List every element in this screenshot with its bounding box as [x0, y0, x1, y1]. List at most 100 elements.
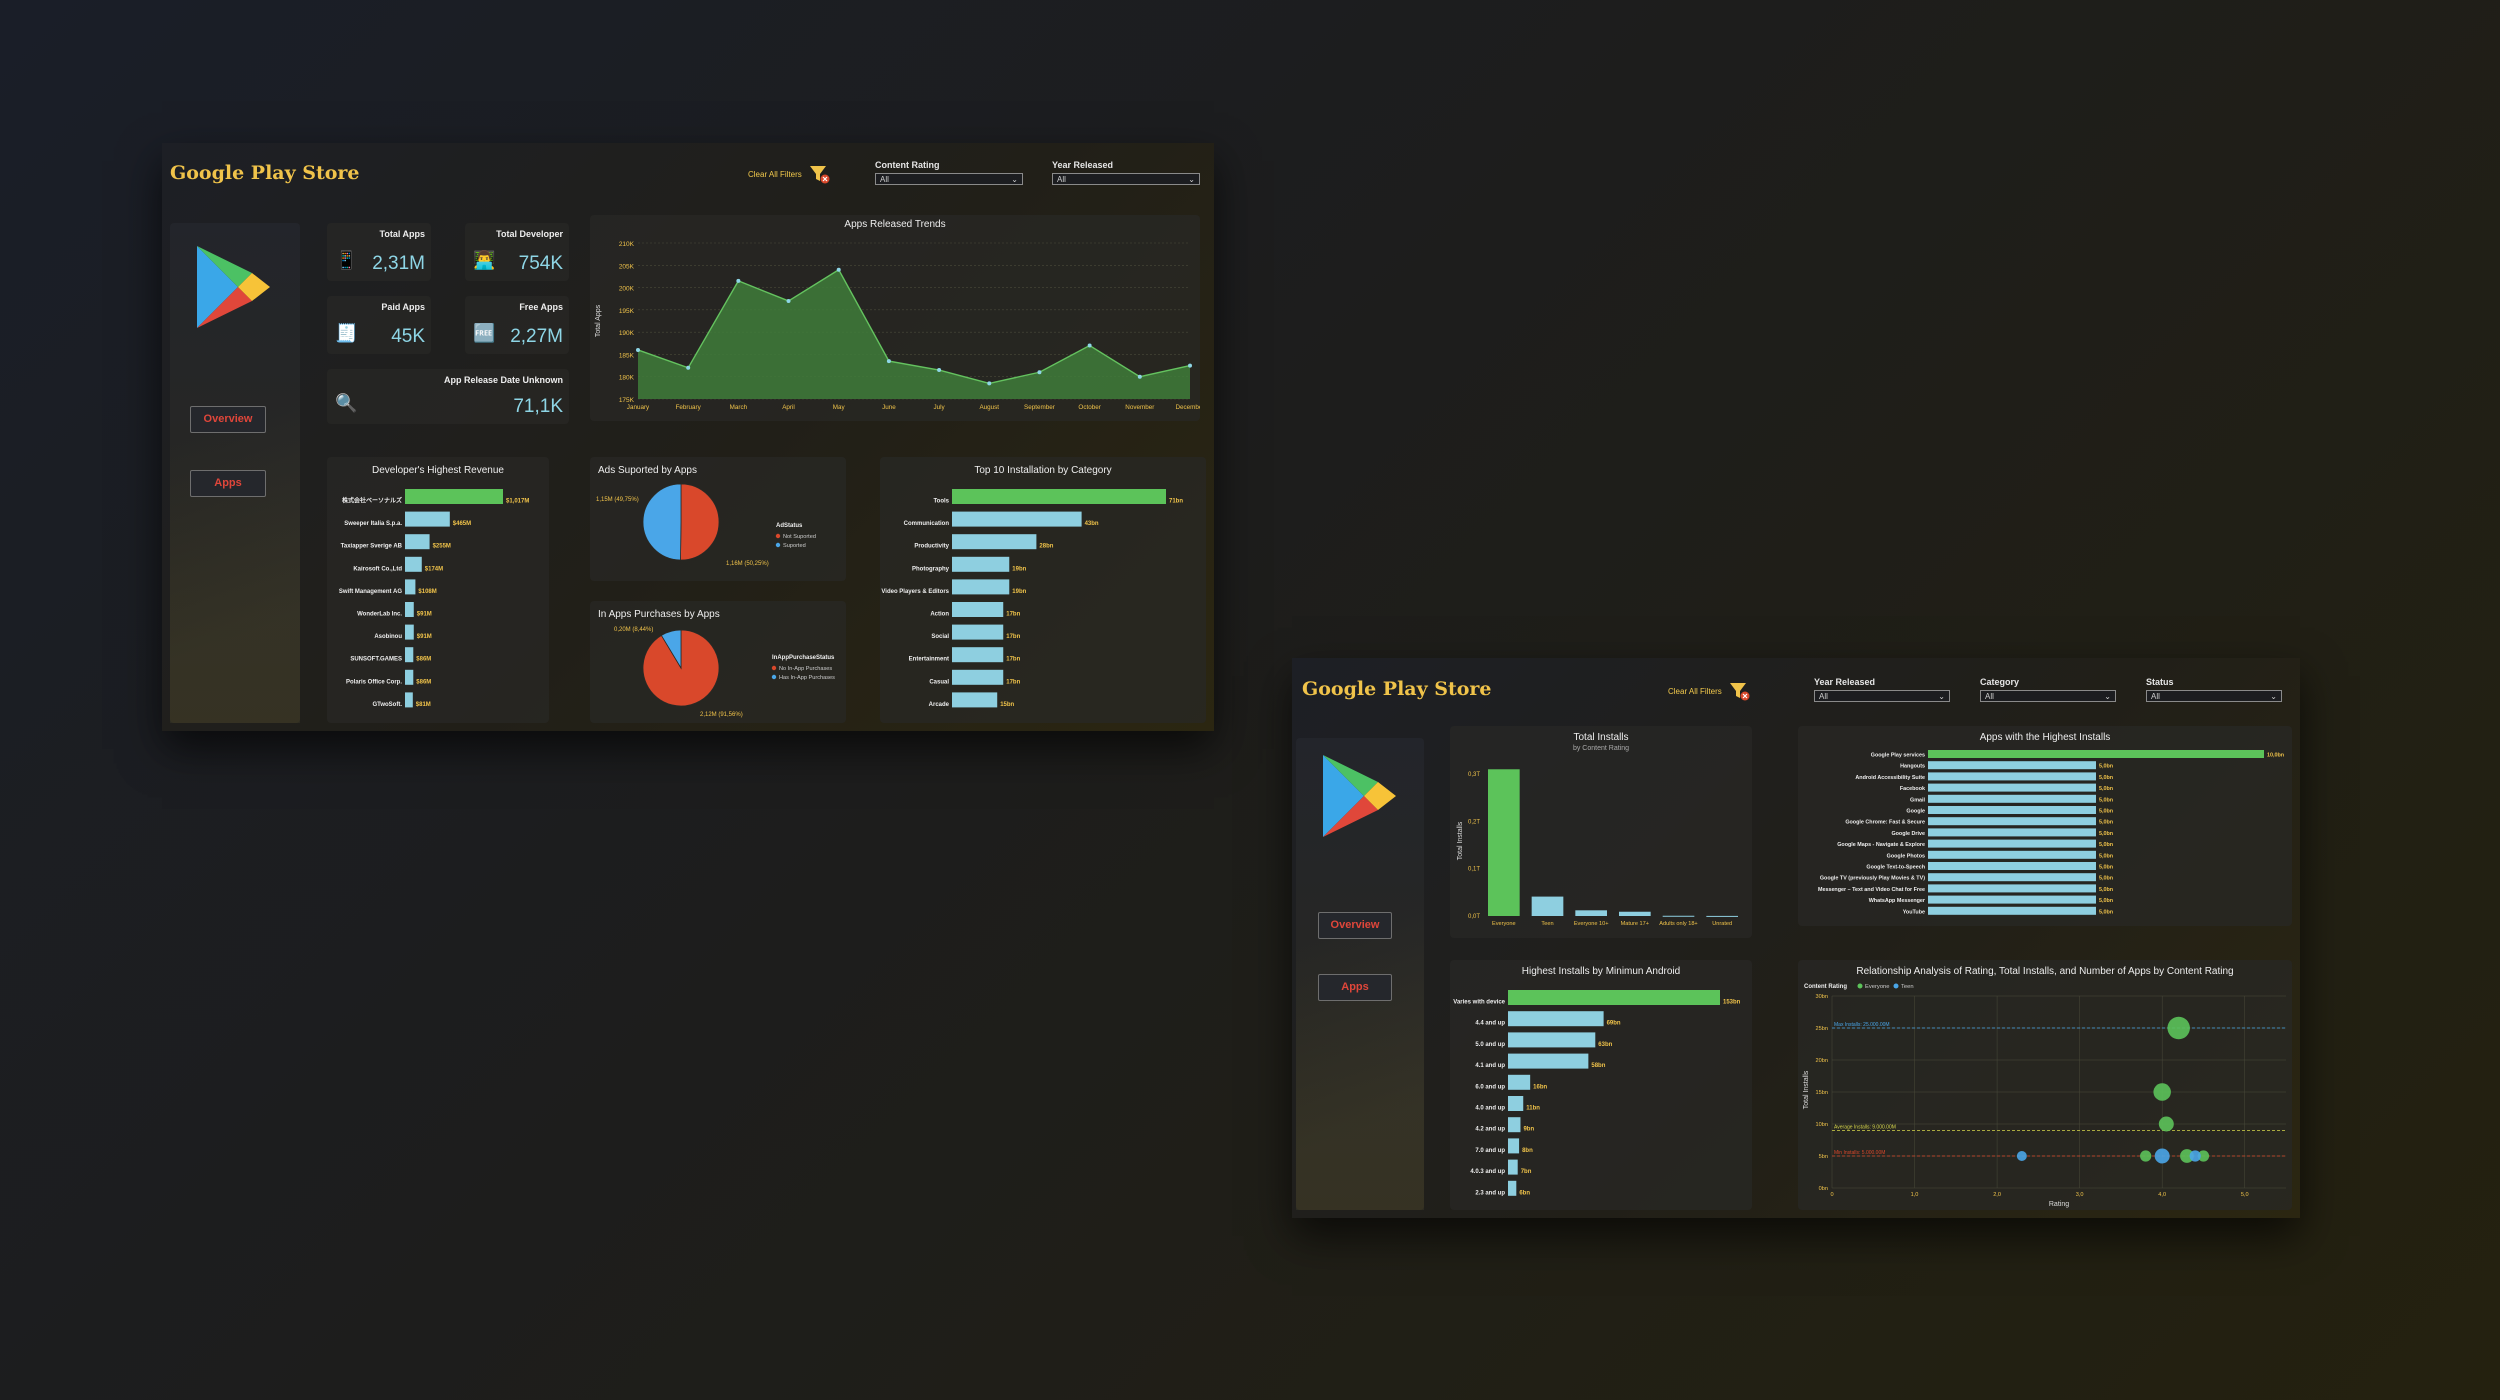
developer-icon: 👨‍💻 — [473, 250, 496, 270]
data-label: 19bn — [1012, 566, 1026, 572]
legend-title: AdStatus — [776, 523, 803, 529]
category-label: Arcade — [929, 702, 950, 708]
scatter-point — [2189, 1150, 2201, 1162]
category-label: Casual — [929, 679, 949, 685]
content-rating-select[interactable]: All ⌄ — [875, 173, 1023, 185]
release-date-unknown-card: App Release Date Unknown 🔍 71,1K — [327, 369, 569, 424]
data-point — [736, 278, 741, 283]
data-label: 5,0bn — [2099, 887, 2113, 893]
data-label: 43bn — [1085, 521, 1099, 527]
min-android-card: Highest Installs by Minimun Android Vari… — [1450, 960, 1752, 1210]
magnifier-icon: 🔍 — [335, 393, 358, 413]
x-tick-label: August — [979, 404, 999, 411]
status-select[interactable]: All ⌄ — [2146, 690, 2282, 702]
x-tick-label: July — [933, 404, 945, 411]
status-filter[interactable]: Status All ⌄ — [2146, 677, 2282, 702]
data-label: $1,017M — [506, 499, 529, 505]
category-filter[interactable]: Category All ⌄ — [1980, 677, 2116, 702]
category-label: Asobinou — [374, 634, 402, 640]
data-label: 5,0bn — [2099, 786, 2113, 792]
data-point — [1188, 363, 1192, 368]
overview-nav-button[interactable]: Overview — [190, 406, 266, 433]
data-label: 17bn — [1006, 679, 1020, 685]
apps-nav-button[interactable]: Apps — [1318, 974, 1392, 1001]
bar — [1508, 1011, 1604, 1027]
legend-label: Suported — [783, 543, 806, 549]
bar — [405, 489, 503, 504]
category-label: Gmail — [1910, 797, 1925, 803]
bar — [952, 579, 1010, 595]
min-android-chart: Varies with device 153bn 4.4 and up 69bn 5.0… — [1453, 990, 1741, 1196]
filter-label: Category — [1980, 677, 2020, 687]
clear-filters-label: Clear All Filters — [748, 169, 802, 179]
x-tick-label: Unrated — [1712, 921, 1732, 927]
bar — [1928, 862, 2096, 870]
bar — [405, 511, 450, 527]
kpi-label: Total Developer — [496, 229, 563, 239]
data-label: $91M — [417, 634, 432, 640]
category-label: 4.2 and up — [1475, 1127, 1505, 1133]
bar — [405, 579, 416, 595]
relationship-scatter-chart: 0bn 5bn 10bn 15bn 20bn 25bn 30bn 0 1,0 2,0 3,0 4,0 5… — [1803, 983, 2286, 1208]
category-label: 6.0 and up — [1475, 1084, 1505, 1090]
bar — [1706, 915, 1738, 917]
y-tick-label: 180K — [619, 375, 635, 382]
bar — [952, 511, 1082, 527]
year-released-select[interactable]: All ⌄ — [1814, 690, 1950, 702]
bar — [952, 489, 1166, 504]
category-label: Google Maps - Navigate & Explore — [1837, 842, 1925, 848]
pie-slice — [680, 483, 720, 561]
google-play-logo-icon — [1323, 755, 1396, 837]
overview-nav-button[interactable]: Overview — [1318, 912, 1392, 939]
bar — [405, 556, 422, 572]
bar — [1928, 828, 2096, 837]
scatter-point — [2153, 1083, 2171, 1101]
data-label: 19bn — [1012, 589, 1026, 595]
apps-released-trends-chart: 175K 180K 185K 190K 195K 200K 205K 210K Total Ap… — [595, 241, 1200, 411]
bar — [1928, 884, 2096, 893]
clear-filters-button[interactable]: Clear All Filters — [748, 163, 830, 185]
category-label: Entertainment — [909, 657, 949, 663]
legend-swatch — [1893, 983, 1899, 989]
year-released-select[interactable]: All ⌄ — [1052, 173, 1200, 185]
data-label: 5,0bn — [2099, 775, 2113, 781]
developer-revenue-chart: 株式会社ベーソナルズ $1,017M Sweeper Italia S.p.a. $4… — [339, 489, 529, 708]
data-label: 5,0bn — [2099, 842, 2113, 848]
data-label: 5,0bn — [2099, 865, 2113, 871]
reference-label: Average Installs: 9.000.00M — [1834, 1124, 1896, 1130]
data-label: $91M — [417, 612, 432, 618]
y-tick-label: 25bn — [1816, 1026, 1828, 1032]
clear-filters-button[interactable]: Clear All Filters — [1668, 680, 1750, 702]
year-released-filter[interactable]: Year Released All ⌄ — [1052, 160, 1200, 185]
data-label: 9bn — [1523, 1127, 1534, 1133]
category-select[interactable]: All ⌄ — [1980, 690, 2116, 702]
category-label: Messenger – Text and Video Chat for Free — [1818, 887, 1925, 893]
year-released-filter[interactable]: Year Released All ⌄ — [1814, 677, 1950, 702]
chevron-down-icon: ⌄ — [2270, 691, 2277, 701]
dashboard-title: Google Play Store — [1302, 678, 1492, 700]
kpi-value: 2,31M — [372, 253, 425, 274]
category-label: 4.1 and up — [1475, 1063, 1505, 1069]
sidebar: Overview Apps — [170, 223, 300, 723]
apps-nav-button[interactable]: Apps — [190, 470, 266, 497]
y-tick-label: 15bn — [1816, 1090, 1828, 1096]
x-tick-label: 2,0 — [1993, 1192, 2001, 1198]
data-point — [836, 267, 841, 272]
data-label: 5,0bn — [2099, 820, 2113, 826]
bar — [1619, 911, 1651, 916]
data-label: 5,0bn — [2099, 809, 2113, 815]
chevron-down-icon: ⌄ — [2104, 691, 2111, 701]
content-rating-filter[interactable]: Content Rating All ⌄ — [875, 160, 1023, 185]
category-label: Video Players & Editors — [881, 589, 949, 595]
select-value: All — [2151, 691, 2160, 701]
legend-label: Not Suported — [783, 534, 816, 540]
bar — [952, 624, 1004, 640]
bar — [1508, 1053, 1589, 1069]
y-tick-label: 0,3T — [1468, 772, 1480, 778]
data-label: 8bn — [1522, 1148, 1533, 1154]
category-label: 4.0 and up — [1475, 1106, 1505, 1112]
y-tick-label: 205K — [619, 263, 635, 270]
x-tick-label: December — [1175, 404, 1200, 411]
bar — [1662, 915, 1695, 917]
total-installs-card: Total Installs by Content Rating 0,0T 0,1… — [1450, 726, 1752, 938]
